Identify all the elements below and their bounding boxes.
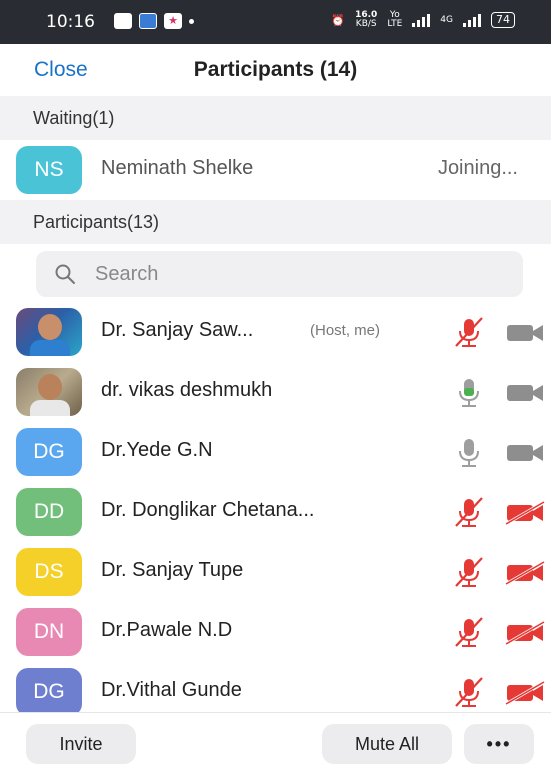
mic-muted-icon[interactable] bbox=[452, 316, 486, 348]
avatar: DS bbox=[16, 548, 82, 596]
waiting-name: Neminath Shelke bbox=[101, 157, 254, 179]
battery-icon: 74 bbox=[491, 12, 515, 28]
participant-name: Dr.Yede G.N bbox=[101, 439, 213, 461]
signal-icon-2 bbox=[463, 13, 481, 27]
participant-row[interactable]: DG Dr.Yede G.N bbox=[0, 422, 551, 482]
mic-muted-icon[interactable] bbox=[452, 676, 486, 708]
status-time: 10:16 bbox=[46, 12, 95, 32]
avatar: DD bbox=[16, 488, 82, 536]
joining-status: Joining... bbox=[437, 157, 518, 179]
avatar: DG bbox=[16, 668, 82, 716]
volte-indicator: Yo LTE bbox=[387, 10, 403, 29]
mic-muted-icon[interactable] bbox=[452, 616, 486, 648]
network-speed: 16.0 KB/S bbox=[355, 10, 378, 29]
video-off-icon[interactable] bbox=[505, 681, 545, 705]
alarm-icon: ⏰ bbox=[331, 13, 346, 27]
avatar: DG bbox=[16, 428, 82, 476]
close-button[interactable]: Close bbox=[34, 58, 88, 82]
invite-button[interactable]: Invite bbox=[26, 724, 136, 764]
star-app-icon: ★ bbox=[164, 13, 182, 29]
waiting-list-item[interactable]: NS Neminath Shelke Joining... bbox=[0, 140, 551, 200]
mic-speaking-icon[interactable] bbox=[452, 376, 486, 408]
mute-all-button[interactable]: Mute All bbox=[322, 724, 452, 764]
participants-section-header: Participants(13) bbox=[0, 200, 551, 244]
more-notifications-dot bbox=[189, 18, 194, 24]
avatar: DN bbox=[16, 608, 82, 656]
search-input[interactable]: Search bbox=[36, 251, 523, 297]
participant-row[interactable]: DN Dr.Pawale N.D bbox=[0, 602, 551, 662]
avatar: NS bbox=[16, 146, 82, 194]
app-notification-icon bbox=[139, 13, 157, 29]
participant-name: Dr. Sanjay Tupe bbox=[101, 559, 244, 581]
video-on-icon[interactable] bbox=[505, 441, 545, 465]
bottom-action-bar: Invite Mute All ••• bbox=[0, 712, 551, 770]
video-off-icon[interactable] bbox=[505, 561, 545, 585]
video-off-icon[interactable] bbox=[505, 621, 545, 645]
header: Participants (14) Close bbox=[0, 44, 551, 96]
participant-name: Dr.Pawale N.D bbox=[101, 619, 233, 641]
notification-icons: ★ bbox=[114, 13, 194, 29]
video-off-icon[interactable] bbox=[505, 501, 545, 525]
mic-muted-icon[interactable] bbox=[452, 496, 486, 528]
participant-row[interactable]: DS Dr. Sanjay Tupe bbox=[0, 542, 551, 602]
participant-row[interactable]: Dr. Sanjay Saw... (Host, me) bbox=[0, 302, 551, 362]
mic-muted-icon[interactable] bbox=[452, 556, 486, 588]
search-icon bbox=[55, 264, 75, 284]
network-type: 4G bbox=[440, 14, 453, 25]
participant-row[interactable]: DD Dr. Donglikar Chetana... bbox=[0, 482, 551, 542]
participant-row[interactable]: dr. vikas deshmukh bbox=[0, 362, 551, 422]
status-bar: 10:16 ★ ⏰ 16.0 KB/S Yo LTE 4G 74 bbox=[0, 0, 551, 44]
video-on-icon[interactable] bbox=[505, 381, 545, 405]
status-right-icons: ⏰ 16.0 KB/S Yo LTE 4G 74 bbox=[331, 11, 515, 29]
host-tag: (Host, me) bbox=[310, 322, 381, 339]
sim-icon bbox=[114, 13, 132, 29]
more-options-button[interactable]: ••• bbox=[464, 724, 534, 764]
mic-unmuted-icon[interactable] bbox=[452, 436, 486, 468]
participant-name: dr. vikas deshmukh bbox=[101, 379, 273, 401]
participant-name: Dr. Donglikar Chetana... bbox=[101, 499, 315, 521]
video-on-icon[interactable] bbox=[505, 321, 545, 345]
participant-name: Dr. Sanjay Saw... bbox=[101, 319, 254, 341]
participant-name: Dr.Vithal Gunde bbox=[101, 679, 242, 701]
signal-icon bbox=[412, 13, 431, 27]
avatar-photo bbox=[16, 308, 82, 356]
avatar-photo bbox=[16, 368, 82, 416]
search-placeholder: Search bbox=[95, 263, 159, 285]
waiting-section-header: Waiting(1) bbox=[0, 96, 551, 140]
